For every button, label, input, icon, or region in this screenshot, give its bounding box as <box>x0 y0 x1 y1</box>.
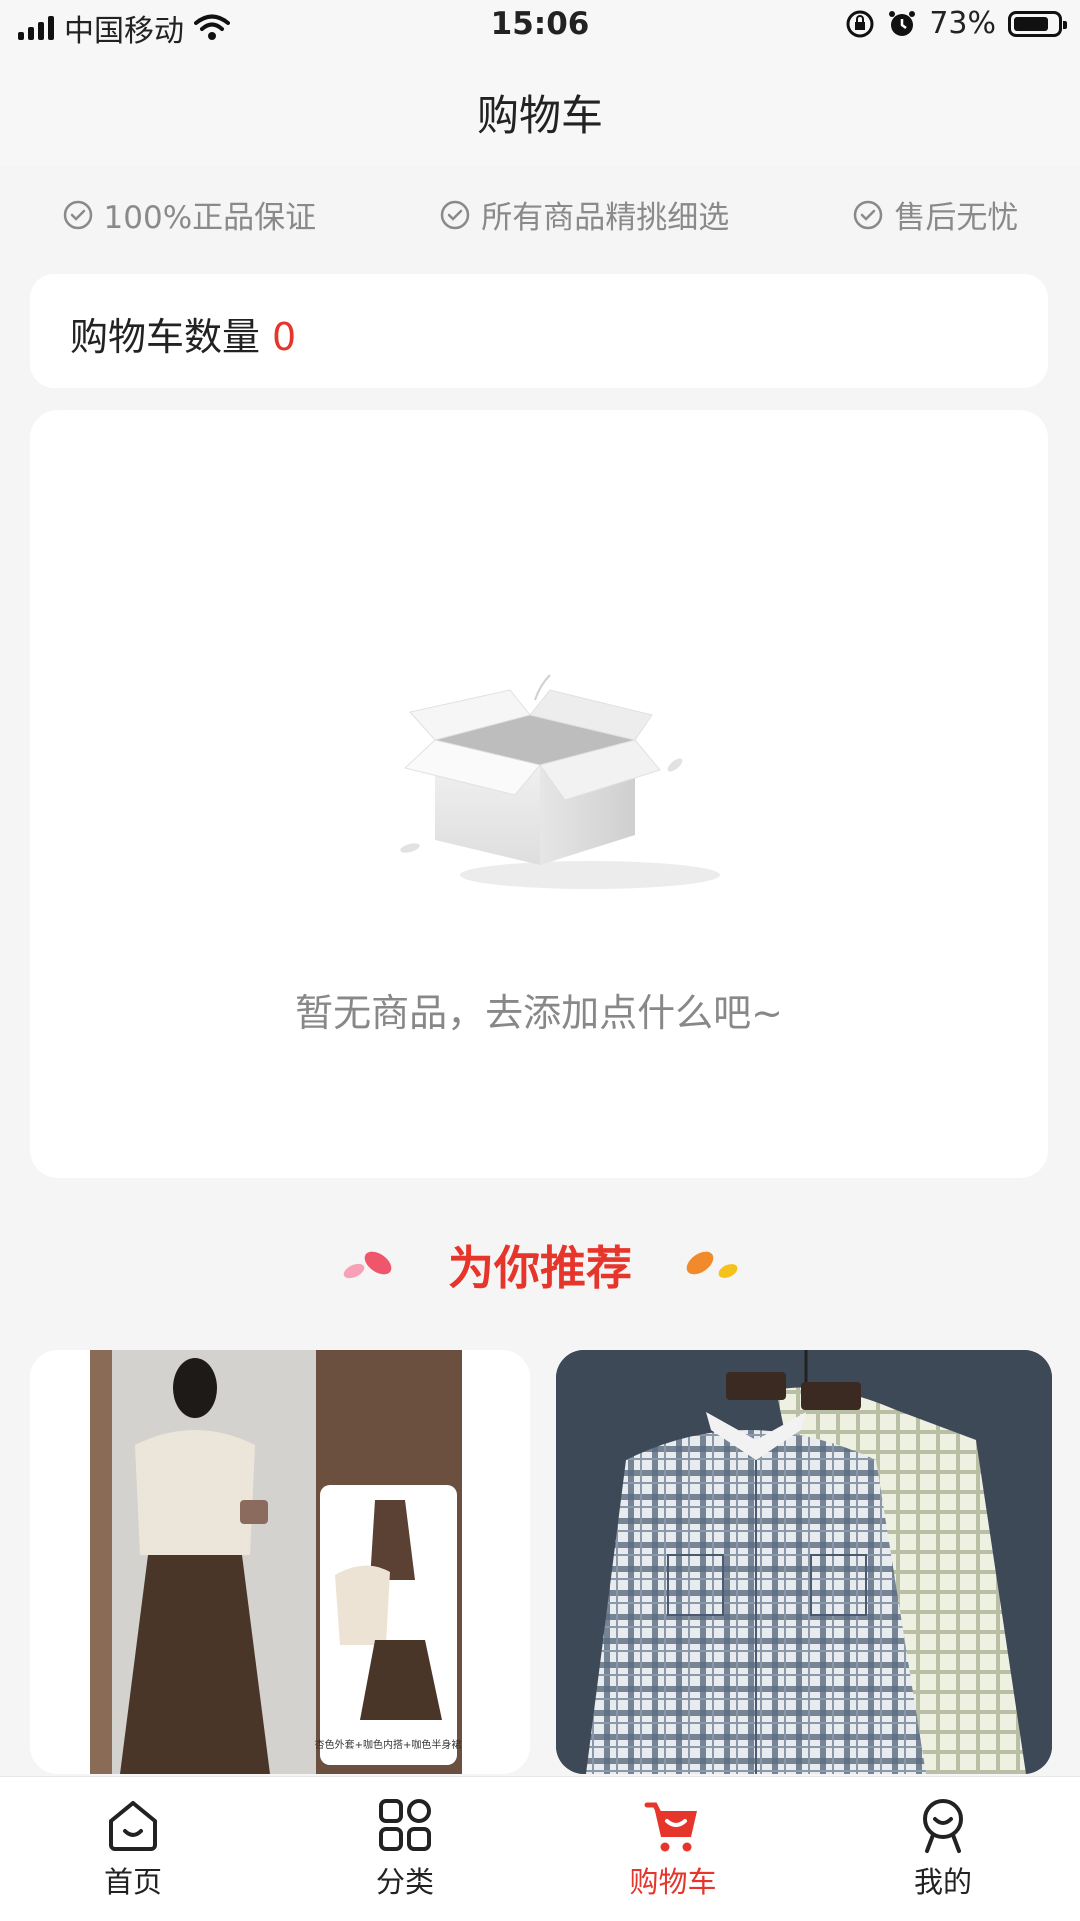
tab-category[interactable]: 分类 <box>325 1795 485 1901</box>
recommend-title: 为你推荐 <box>448 1241 632 1295</box>
check-circle-icon <box>854 200 883 229</box>
tab-home[interactable]: 首页 <box>53 1795 213 1901</box>
tab-label: 购物车 <box>629 1865 717 1899</box>
product-card[interactable] <box>556 1350 1052 1774</box>
guarantee-label: 所有商品精挑细选 <box>481 200 730 236</box>
page-title: 购物车 <box>476 91 603 140</box>
empty-cart-card: 暂无商品，去添加点什么吧~ <box>30 410 1048 1178</box>
recommend-header: 为你推荐 <box>0 1232 1080 1298</box>
product-image-plaid-shirts <box>556 1350 1052 1774</box>
tab-profile[interactable]: 我的 <box>863 1795 1023 1901</box>
tab-label: 首页 <box>103 1865 162 1899</box>
battery-percent: 73% <box>929 6 996 41</box>
cart-count-row: 购物车数量 0 <box>70 306 296 361</box>
cart-count-value: 0 <box>272 315 297 359</box>
check-circle-icon <box>63 200 92 229</box>
decoration-right-icon <box>686 1251 738 1278</box>
tab-label: 我的 <box>913 1865 972 1899</box>
status-bar: 中国移动 15:06 73% <box>0 0 1080 56</box>
profile-icon <box>923 1799 963 1853</box>
orientation-lock-icon <box>846 10 874 37</box>
guarantee-item: 100%正品保证 <box>62 192 317 237</box>
cart-count-label: 购物车数量 <box>70 315 261 359</box>
status-right: 73% <box>845 6 1067 41</box>
product-image-caption: 杏色外套+咖色内搭+咖色半身裙 <box>315 1738 462 1751</box>
nav-bar: 购物车 <box>0 56 1080 166</box>
decoration-left-icon <box>343 1251 392 1279</box>
empty-message: 暂无商品，去添加点什么吧~ <box>295 991 783 1035</box>
guarantee-row: 100%正品保证 所有商品精挑细选 售后无忧 <box>0 192 1080 237</box>
battery-icon <box>1008 10 1067 37</box>
guarantee-label: 售后无忧 <box>894 200 1019 236</box>
guarantee-item: 所有商品精挑细选 <box>439 192 729 237</box>
tab-label: 分类 <box>375 1865 434 1899</box>
home-icon <box>109 1801 157 1851</box>
check-circle-icon <box>441 200 470 229</box>
cart-icon <box>644 1802 697 1852</box>
tab-bar: 首页 分类 购物车 我的 <box>0 1776 1080 1921</box>
empty-box-illustration <box>400 674 720 889</box>
tab-cart[interactable]: 购物车 <box>593 1795 753 1901</box>
product-image-outfit-beige-jacket-brown-skirt: 杏色外套+咖色内搭+咖色半身裙 <box>30 1350 530 1774</box>
category-grid-icon <box>379 1799 431 1851</box>
guarantee-label: 100%正品保证 <box>103 200 317 236</box>
product-card[interactable]: 杏色外套+咖色内搭+咖色半身裙 <box>30 1350 530 1774</box>
alarm-icon <box>889 10 916 36</box>
guarantee-item: 售后无忧 <box>852 192 1018 237</box>
cart-count-card: 购物车数量 0 <box>30 274 1048 388</box>
